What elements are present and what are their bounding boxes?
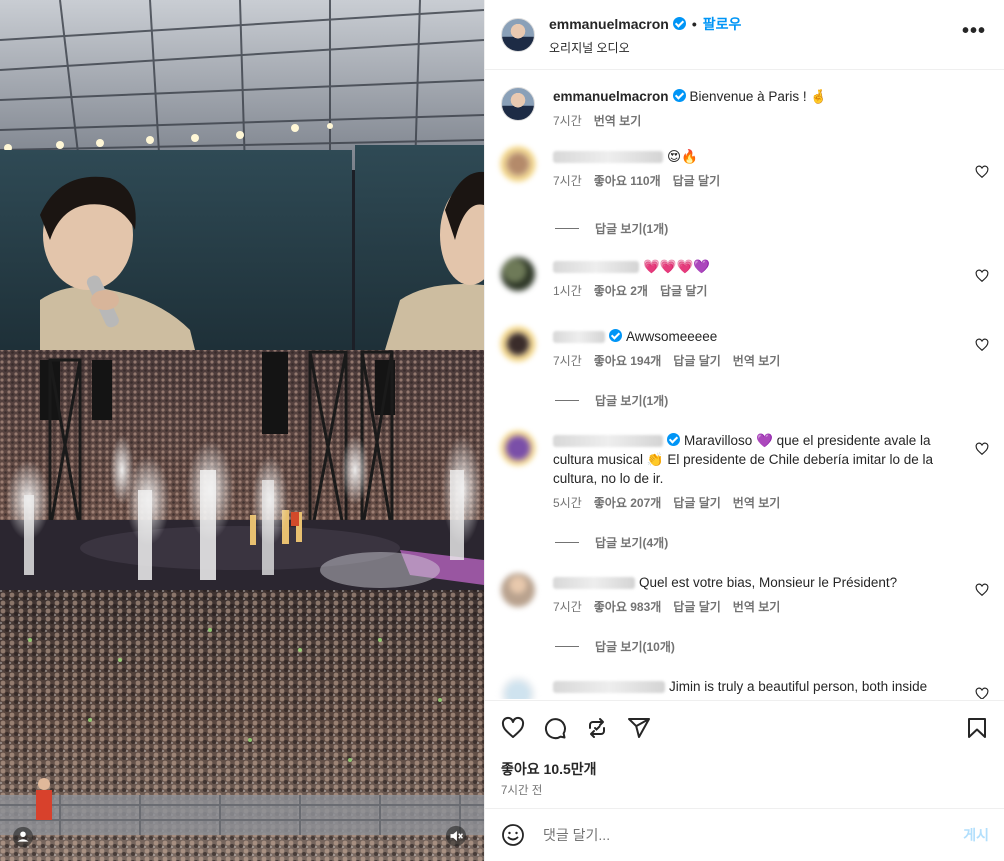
caption: emmanuelmacron Bienvenue à Paris ! 🤞 7시간 … xyxy=(501,87,981,129)
avatar[interactable] xyxy=(501,147,535,181)
reply-button[interactable]: 답글 달기 xyxy=(673,352,721,369)
person-tag-icon[interactable] xyxy=(12,826,34,848)
caption-time[interactable]: 7시간 xyxy=(553,112,582,129)
heart-icon[interactable] xyxy=(501,716,525,740)
comment-likes[interactable]: 좋아요 110개 xyxy=(594,172,661,189)
avatar[interactable] xyxy=(501,431,535,465)
comment-time[interactable]: 7시간 xyxy=(553,172,582,189)
comment-text: 😍🔥 xyxy=(667,149,698,164)
post-header: emmanuelmacron • 팔로우 오리지널 오디오 ••• xyxy=(485,0,1004,70)
comment-item: Jimin is truly a beautiful person, both … xyxy=(501,677,989,699)
verified-badge-icon xyxy=(667,433,680,446)
post-timestamp[interactable]: 7시간 전 xyxy=(501,782,542,798)
share-icon[interactable] xyxy=(627,716,651,740)
reply-button[interactable]: 답글 달기 xyxy=(660,282,708,299)
comment-time[interactable]: 7시간 xyxy=(553,352,582,369)
concert-photo xyxy=(0,0,484,861)
view-replies-button[interactable]: 답글 보기(1개) xyxy=(555,220,668,237)
author-username[interactable]: emmanuelmacron xyxy=(549,16,669,32)
heart-icon[interactable] xyxy=(975,165,989,179)
avatar[interactable] xyxy=(501,573,535,607)
translate-button[interactable]: 번역 보기 xyxy=(594,112,642,129)
comment-input[interactable] xyxy=(543,827,933,843)
more-horizontal-icon[interactable]: ••• xyxy=(962,21,986,41)
comment-icon[interactable] xyxy=(543,716,567,740)
comment-text-part-1: Maravilloso xyxy=(684,433,753,448)
reply-button[interactable]: 답글 달기 xyxy=(673,598,721,615)
add-comment-bar: 게시 xyxy=(485,808,1004,861)
separator-dot: • xyxy=(691,15,697,32)
comment-likes[interactable]: 좋아요 207개 xyxy=(594,494,662,511)
comment-item: 😍🔥 7시간 좋아요 110개 답글 달기 xyxy=(501,147,989,189)
blurred-username[interactable] xyxy=(553,151,663,164)
verified-badge-icon xyxy=(672,17,686,30)
comment-likes[interactable]: 좋아요 194개 xyxy=(594,352,662,369)
audio-label[interactable]: 오리지널 오디오 xyxy=(549,39,741,56)
avatar[interactable] xyxy=(501,87,535,121)
caption-text: Bienvenue à Paris ! xyxy=(689,89,807,104)
view-replies-button[interactable]: 답글 보기(4개) xyxy=(555,534,668,551)
avatar[interactable] xyxy=(501,17,535,52)
comment-time[interactable]: 5시간 xyxy=(553,494,582,511)
repost-icon[interactable] xyxy=(585,716,609,740)
fingers-crossed-emoji: 🤞 xyxy=(810,89,828,104)
likes-count[interactable]: 좋아요 10.5만개 xyxy=(501,759,597,779)
reply-button[interactable]: 답글 달기 xyxy=(673,494,721,511)
translate-button[interactable]: 번역 보기 xyxy=(733,598,781,615)
post-detail-panel: emmanuelmacron • 팔로우 오리지널 오디오 ••• emmanu… xyxy=(484,0,1004,861)
blurred-username[interactable] xyxy=(553,435,663,448)
post-actions: 좋아요 10.5만개 7시간 전 xyxy=(485,700,1004,808)
blurred-username[interactable] xyxy=(553,577,635,590)
reply-button[interactable]: 답글 달기 xyxy=(673,172,721,189)
comment-item: Quel est votre bias, Monsieur le Préside… xyxy=(501,573,989,615)
caption-username[interactable]: emmanuelmacron xyxy=(553,89,669,104)
heart-icon[interactable] xyxy=(975,687,989,699)
heart-icon[interactable] xyxy=(975,269,989,283)
comment-likes[interactable]: 좋아요 2개 xyxy=(594,282,648,299)
comment-time[interactable]: 1시간 xyxy=(553,282,582,299)
follow-button[interactable]: 팔로우 xyxy=(703,14,742,34)
comment-text: 💗💗💗💜 xyxy=(643,259,711,274)
smiley-icon[interactable] xyxy=(501,823,525,847)
comment-time[interactable]: 7시간 xyxy=(553,598,582,615)
comment-item: Awwsomeeeee 7시간 좋아요 194개 답글 달기 번역 보기 xyxy=(501,327,989,369)
comment-text: Jimin is truly a beautiful person, both … xyxy=(669,679,928,694)
clapping-emoji: 👏 xyxy=(646,452,664,467)
verified-badge-icon xyxy=(609,329,622,342)
avatar[interactable] xyxy=(501,677,535,699)
translate-button[interactable]: 번역 보기 xyxy=(733,494,781,511)
speaker-muted-icon[interactable] xyxy=(445,825,467,847)
avatar[interactable] xyxy=(501,257,535,291)
comment-item: Maravilloso 💜 que el presidente avale la… xyxy=(501,431,989,511)
comment-text: Quel est votre bias, Monsieur le Préside… xyxy=(639,575,898,590)
post-comment-button[interactable]: 게시 xyxy=(963,825,989,845)
purple-heart-emoji: 💜 xyxy=(756,433,773,448)
heart-icon[interactable] xyxy=(975,338,989,352)
view-replies-button[interactable]: 답글 보기(10개) xyxy=(555,638,675,655)
view-replies-button[interactable]: 답글 보기(1개) xyxy=(555,392,668,409)
verified-badge-icon xyxy=(672,89,686,102)
translate-button[interactable]: 번역 보기 xyxy=(733,352,781,369)
comment-likes[interactable]: 좋아요 983개 xyxy=(594,598,662,615)
comments-list[interactable]: emmanuelmacron Bienvenue à Paris ! 🤞 7시간 … xyxy=(485,71,1004,699)
heart-icon[interactable] xyxy=(975,442,989,456)
bookmark-icon[interactable] xyxy=(965,716,989,740)
heart-icon[interactable] xyxy=(975,583,989,597)
post-media[interactable] xyxy=(0,0,484,861)
blurred-username[interactable] xyxy=(553,331,605,344)
comment-text: Awwsomeeeee xyxy=(626,329,718,344)
comment-item: 💗💗💗💜 1시간 좋아요 2개 답글 달기 xyxy=(501,257,989,299)
blurred-username[interactable] xyxy=(553,261,639,274)
avatar[interactable] xyxy=(501,327,535,361)
blurred-username[interactable] xyxy=(553,681,665,694)
